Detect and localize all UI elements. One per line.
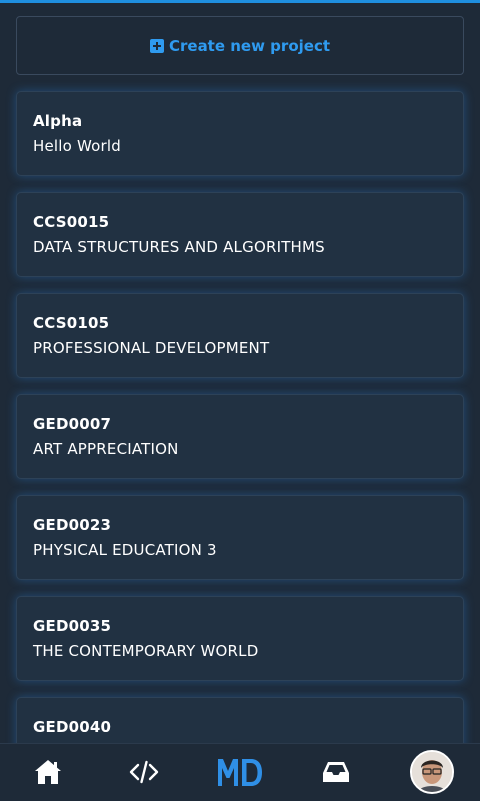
project-name: ART APPRECIATION	[33, 440, 179, 458]
project-card[interactable]: Alpha Hello World	[16, 91, 464, 176]
bottom-navigation	[0, 743, 480, 800]
plus-square-icon	[149, 38, 164, 53]
user-avatar	[410, 750, 454, 794]
project-card[interactable]: GED0007 ART APPRECIATION	[16, 394, 464, 479]
inbox-icon	[323, 762, 349, 782]
project-name: DATA STRUCTURES AND ALGORITHMS	[33, 238, 325, 256]
project-code: Alpha	[33, 112, 83, 130]
project-code: CCS0105	[33, 314, 110, 332]
project-list: Create new project Alpha Hello World CCS…	[16, 16, 464, 798]
project-code: GED0035	[33, 617, 112, 635]
top-accent-bar	[0, 0, 480, 3]
project-name: PHYSICAL EDUCATION 3	[33, 541, 217, 559]
home-icon	[35, 760, 61, 784]
nav-code-button[interactable]	[114, 744, 174, 801]
create-new-project-button[interactable]: Create new project	[16, 16, 464, 75]
nav-home-button[interactable]	[18, 744, 78, 801]
code-icon	[129, 760, 159, 784]
md-logo	[218, 759, 262, 786]
nav-md-logo-button[interactable]	[210, 744, 270, 801]
project-card[interactable]: CCS0105 PROFESSIONAL DEVELOPMENT	[16, 293, 464, 378]
project-card[interactable]: CCS0015 DATA STRUCTURES AND ALGORITHMS	[16, 192, 464, 277]
nav-inbox-button[interactable]	[306, 744, 366, 801]
project-code: GED0023	[33, 516, 112, 534]
project-name: PROFESSIONAL DEVELOPMENT	[33, 339, 270, 357]
project-card[interactable]: GED0023 PHYSICAL EDUCATION 3	[16, 495, 464, 580]
project-code: GED0007	[33, 415, 112, 433]
project-name: Hello World	[33, 137, 121, 155]
project-code: GED0040	[33, 718, 112, 736]
project-card[interactable]: GED0035 THE CONTEMPORARY WORLD	[16, 596, 464, 681]
project-name: THE CONTEMPORARY WORLD	[33, 642, 259, 660]
nav-profile-button[interactable]	[402, 744, 462, 801]
project-code: CCS0015	[33, 213, 110, 231]
create-new-project-label: Create new project	[168, 36, 330, 55]
